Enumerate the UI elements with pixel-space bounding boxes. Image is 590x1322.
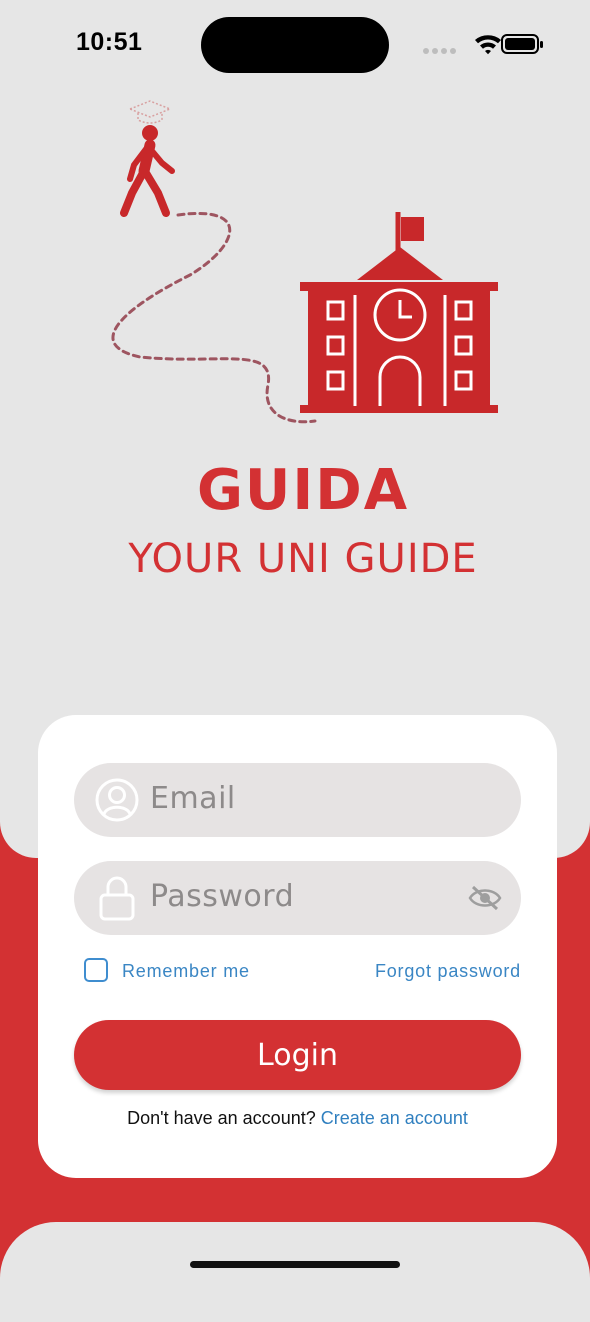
battery-icon: [501, 34, 543, 54]
forgot-password-link[interactable]: Forgot password: [375, 961, 521, 982]
status-time: 10:51: [76, 28, 143, 56]
login-button[interactable]: Login: [74, 1020, 521, 1090]
email-field[interactable]: Email: [74, 763, 521, 837]
eye-off-icon[interactable]: [467, 883, 503, 913]
lock-icon: [99, 876, 135, 921]
create-account-link[interactable]: Create an account: [321, 1108, 468, 1128]
university-building-icon: [300, 212, 498, 413]
signup-prompt: Don't have an account?: [127, 1108, 316, 1128]
wifi-icon: [475, 35, 501, 55]
home-indicator[interactable]: [190, 1261, 400, 1268]
app-subtitle: YOUR UNI GUIDE: [128, 536, 478, 582]
email-placeholder: Email: [150, 781, 236, 816]
student-walking-icon: [120, 100, 175, 217]
signup-line: Don't have an account? Create an account: [38, 1108, 557, 1129]
hero-illustration: [111, 100, 498, 424]
dynamic-island: [201, 17, 389, 73]
user-icon: [95, 778, 139, 822]
app-title: GUIDA: [196, 458, 410, 523]
remember-checkbox[interactable]: [84, 958, 108, 982]
password-placeholder: Password: [150, 879, 295, 914]
signal-icon: [423, 48, 456, 54]
password-field[interactable]: Password: [74, 861, 521, 935]
remember-label[interactable]: Remember me: [122, 961, 250, 982]
login-card: Email Password Remember me Forgot passwo…: [38, 715, 557, 1178]
dotted-path: [111, 212, 317, 424]
status-icons: [423, 34, 543, 55]
bottom-background: [0, 1222, 590, 1322]
